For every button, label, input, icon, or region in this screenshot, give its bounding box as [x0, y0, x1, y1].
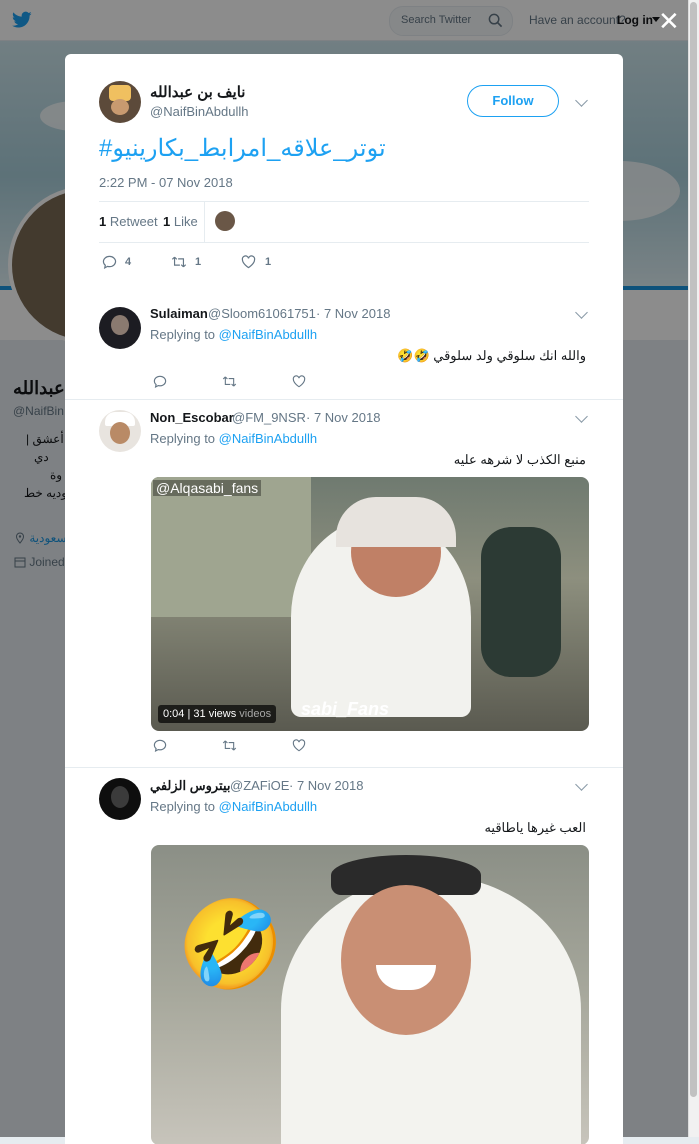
tweet-text[interactable]: #توتر_علاقه_امرابط_بكارينيو: [99, 134, 386, 163]
reply-tweet[interactable]: بيتروس الزلفي @ZAFiOE · 7 Nov 2018 Reply…: [65, 767, 623, 1144]
chevron-down-icon[interactable]: [575, 306, 588, 319]
video-views: 31 views: [193, 708, 237, 720]
video-duration: 0:04: [163, 708, 185, 720]
retweet-count: 1: [99, 214, 107, 229]
reply-text[interactable]: العب غيرها ياطاقيه: [484, 820, 586, 836]
scrollbar-thumb[interactable]: [690, 2, 697, 1097]
liker-avatar[interactable]: [215, 211, 235, 231]
video-player[interactable]: @Alqasabi_fans sabi_Fans 0:04 | 31 views…: [151, 477, 589, 731]
reply-author-handle[interactable]: @Sloom61061751: [208, 306, 316, 321]
follow-button[interactable]: Follow: [467, 85, 559, 117]
replying-to-link[interactable]: @NaifBinAbdullh: [219, 327, 317, 342]
reply-tweet[interactable]: Non_Escobar @FM_9NSR · 7 Nov 2018 Replyi…: [65, 399, 623, 768]
reply-icon[interactable]: [153, 375, 167, 388]
tweet-timestamp[interactable]: 2:22 PM - 07 Nov 2018: [99, 175, 233, 190]
retweet-count-action: 1: [195, 256, 202, 268]
reply-count: 4: [125, 256, 132, 268]
laughing-emoji: 🤣: [177, 897, 285, 993]
replying-to: Replying to @NaifBinAbdullh: [150, 431, 317, 446]
reply-avatar[interactable]: [99, 778, 141, 820]
replying-to: Replying to @NaifBinAbdullh: [150, 327, 317, 342]
reply-date[interactable]: · 7 Nov 2018: [289, 778, 363, 793]
replying-to-prefix: Replying to: [150, 431, 216, 446]
retweet-icon[interactable]: [222, 375, 237, 388]
chevron-down-icon[interactable]: [575, 410, 588, 423]
retweet-icon[interactable]: [222, 739, 237, 752]
reply-icon[interactable]: [102, 255, 117, 269]
reply-author-handle[interactable]: @ZAFiOE: [230, 778, 289, 793]
like-stat[interactable]: 1 Like: [163, 214, 198, 229]
retweet-icon[interactable]: [171, 255, 187, 269]
like-icon[interactable]: [241, 255, 256, 269]
like-icon[interactable]: [292, 375, 306, 388]
chevron-down-icon[interactable]: [575, 94, 588, 107]
like-label: Like: [173, 214, 198, 229]
video-watermark-top: @Alqasabi_fans: [153, 480, 262, 496]
replying-to-link[interactable]: @NaifBinAbdullh: [219, 431, 317, 446]
author-handle[interactable]: @NaifBinAbdullh: [150, 104, 248, 119]
reply-icon[interactable]: [153, 739, 167, 752]
replying-to: Replying to @NaifBinAbdullh: [150, 799, 317, 814]
reply-author-name[interactable]: Non_Escobar: [150, 410, 234, 425]
like-count: 1: [163, 214, 171, 229]
replying-to-prefix: Replying to: [150, 799, 216, 814]
like-count-action: 1: [265, 256, 272, 268]
video-badge: 0:04 | 31 views videos: [158, 705, 277, 723]
reply-author-name[interactable]: بيتروس الزلفي: [150, 778, 231, 794]
close-icon[interactable]: ✕: [658, 8, 680, 34]
replying-to-prefix: Replying to: [150, 327, 216, 342]
reply-date[interactable]: · 7 Nov 2018: [306, 410, 380, 425]
reply-author-handle[interactable]: @FM_9NSR: [232, 410, 306, 425]
retweet-stat[interactable]: 1 Retweet: [99, 214, 158, 229]
reply-text[interactable]: منبع الكذب لا شرهه عليه: [454, 452, 586, 468]
replying-to-link[interactable]: @NaifBinAbdullh: [219, 799, 317, 814]
like-icon[interactable]: [292, 739, 306, 752]
reply-avatar[interactable]: [99, 410, 141, 452]
chevron-down-icon[interactable]: [575, 778, 588, 791]
reply-avatar[interactable]: [99, 307, 141, 349]
author-avatar[interactable]: [99, 81, 141, 123]
reply-date[interactable]: · 7 Nov 2018: [316, 306, 390, 321]
tweet-permalink-modal: نايف بن عبدالله @NaifBinAbdullh Follow #…: [65, 54, 623, 1144]
reply-text[interactable]: والله انك سلوقي ولد سلوقي 🤣🤣: [397, 348, 586, 364]
video-watermark-bottom: sabi_Fans: [301, 699, 390, 719]
reply-tweet[interactable]: Sulaiman @Sloom61061751 · 7 Nov 2018 Rep…: [65, 290, 623, 398]
reply-image[interactable]: 🤣: [151, 845, 589, 1144]
reply-author-name[interactable]: Sulaiman: [150, 306, 208, 321]
author-name[interactable]: نايف بن عبدالله: [150, 83, 245, 101]
retweet-label: Retweet: [109, 214, 158, 229]
video-source: videos: [239, 708, 272, 720]
